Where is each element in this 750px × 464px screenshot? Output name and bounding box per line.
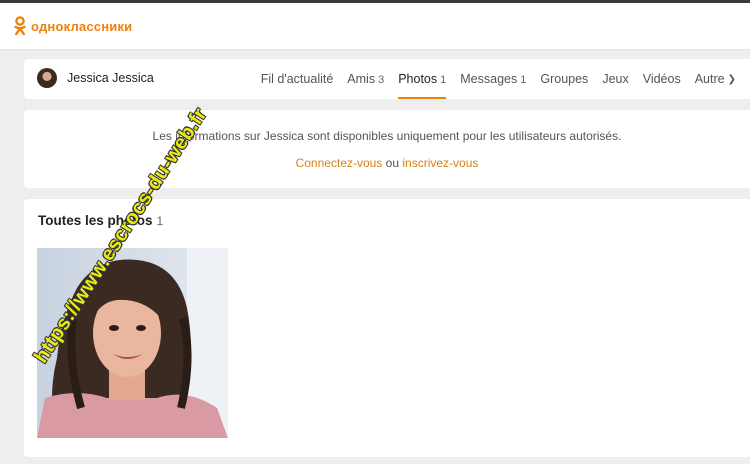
tab-label: Autre: [694, 72, 725, 86]
avatar[interactable]: [37, 68, 57, 88]
photo-portrait: [37, 248, 228, 438]
tab-autre[interactable]: Autre ❯: [695, 59, 736, 99]
tab-label: Jeux: [602, 72, 629, 86]
profile-bar: Jessica Jessica Fil d'actualité Amis 3 Ph…: [24, 59, 750, 99]
logo-text: одноклассники: [31, 18, 133, 34]
access-notice: Les informations sur Jessica sont dispon…: [24, 110, 750, 188]
tab-fil-actualite[interactable]: Fil d'actualité: [261, 59, 334, 99]
profile-nav: Fil d'actualité Amis 3 Photos 1 Messages 1 …: [247, 59, 736, 99]
tab-photos[interactable]: Photos 1: [398, 59, 447, 99]
tab-jeux[interactable]: Jeux: [602, 59, 628, 99]
or-text: ou: [385, 156, 400, 170]
site-header: одноклассники: [0, 3, 750, 50]
tab-count: 1: [440, 74, 447, 86]
login-link[interactable]: Connectez-vous: [296, 156, 383, 170]
ok-logo[interactable]: одноклассники: [14, 16, 132, 36]
tab-label: Amis: [347, 72, 376, 86]
ok-logo-icon: [14, 16, 26, 36]
photo-thumbnail[interactable]: [37, 248, 228, 438]
tab-count: 1: [520, 74, 527, 86]
tab-amis[interactable]: Amis 3: [347, 59, 384, 99]
photos-count: 1: [156, 214, 164, 228]
notice-links: Connectez-vous ou inscrivez-vous: [24, 156, 750, 170]
tab-count: 3: [378, 74, 385, 86]
chevron-down-icon: ❯: [727, 74, 736, 85]
profile-name[interactable]: Jessica Jessica: [67, 71, 154, 85]
tab-messages[interactable]: Messages 1: [460, 59, 526, 99]
tab-groupes[interactable]: Groupes: [540, 59, 588, 99]
tab-label: Fil d'actualité: [260, 72, 334, 86]
tab-label: Vidéos: [642, 72, 681, 86]
tab-label: Photos: [398, 72, 438, 86]
tab-label: Groupes: [540, 72, 589, 86]
tab-videos[interactable]: Vidéos: [643, 59, 681, 99]
signup-link[interactable]: inscrivez-vous: [402, 156, 478, 170]
notice-text: Les informations sur Jessica sont dispon…: [152, 129, 622, 143]
tab-label: Messages: [460, 72, 518, 86]
